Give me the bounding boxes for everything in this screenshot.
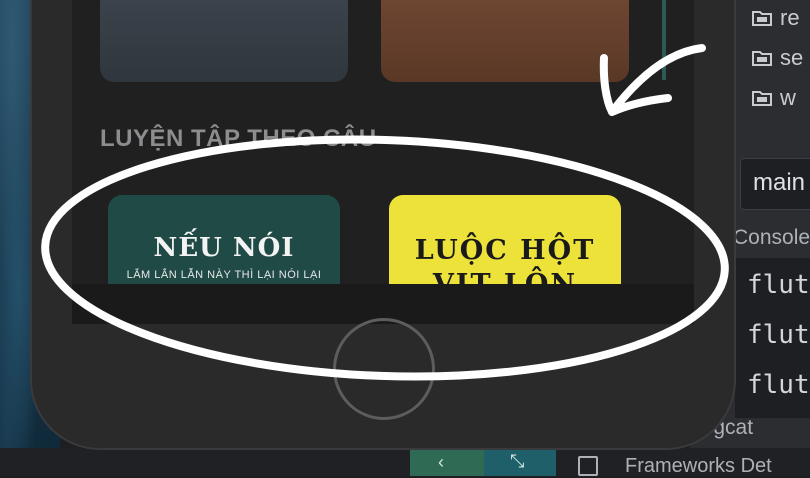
scroll-edge-indicator: [662, 0, 666, 80]
console-output: flut flut flut: [735, 258, 810, 418]
tree-item-label: re: [780, 5, 800, 30]
card-title: NẾU NÓI: [153, 233, 295, 263]
chevron-left-icon: ‹: [438, 452, 444, 472]
tree-item-folder-3[interactable]: w: [752, 84, 796, 112]
tree-item-folder-1[interactable]: re: [752, 4, 800, 32]
folder-icon: [752, 10, 772, 26]
run-config-dropdown[interactable]: main: [740, 158, 810, 210]
folder-icon: [752, 90, 772, 106]
collapse-icon: ⤡: [510, 451, 525, 471]
toolbar-button-right[interactable]: ⤡: [484, 448, 556, 476]
tree-item-label: w: [780, 85, 796, 110]
tree-item-label: se: [780, 45, 804, 70]
console-line: flut: [747, 370, 810, 400]
tree-item-folder-2[interactable]: se: [752, 44, 803, 72]
section-title: LUYỆN TẬP THEO CÂU: [100, 125, 377, 152]
folder-icon: [752, 50, 772, 66]
frameworks-detection-label: Frameworks Det: [625, 455, 772, 477]
tab-console[interactable]: Console: [733, 226, 810, 250]
console-line: flut: [747, 320, 810, 350]
frameworks-checkbox[interactable]: [578, 456, 598, 476]
card-subtitle: LẮM LẮN LẪN NÀY THÌ LẠI NÓI LẠI: [126, 269, 322, 281]
card-title: LUỘC HỘT: [414, 235, 596, 266]
category-card-1[interactable]: [100, 0, 348, 82]
category-card-2[interactable]: [381, 0, 629, 82]
toolbar-button-left[interactable]: ‹: [410, 448, 484, 476]
home-button[interactable]: [333, 318, 435, 420]
console-line: flut: [747, 270, 810, 300]
run-config-label: main: [753, 169, 806, 196]
